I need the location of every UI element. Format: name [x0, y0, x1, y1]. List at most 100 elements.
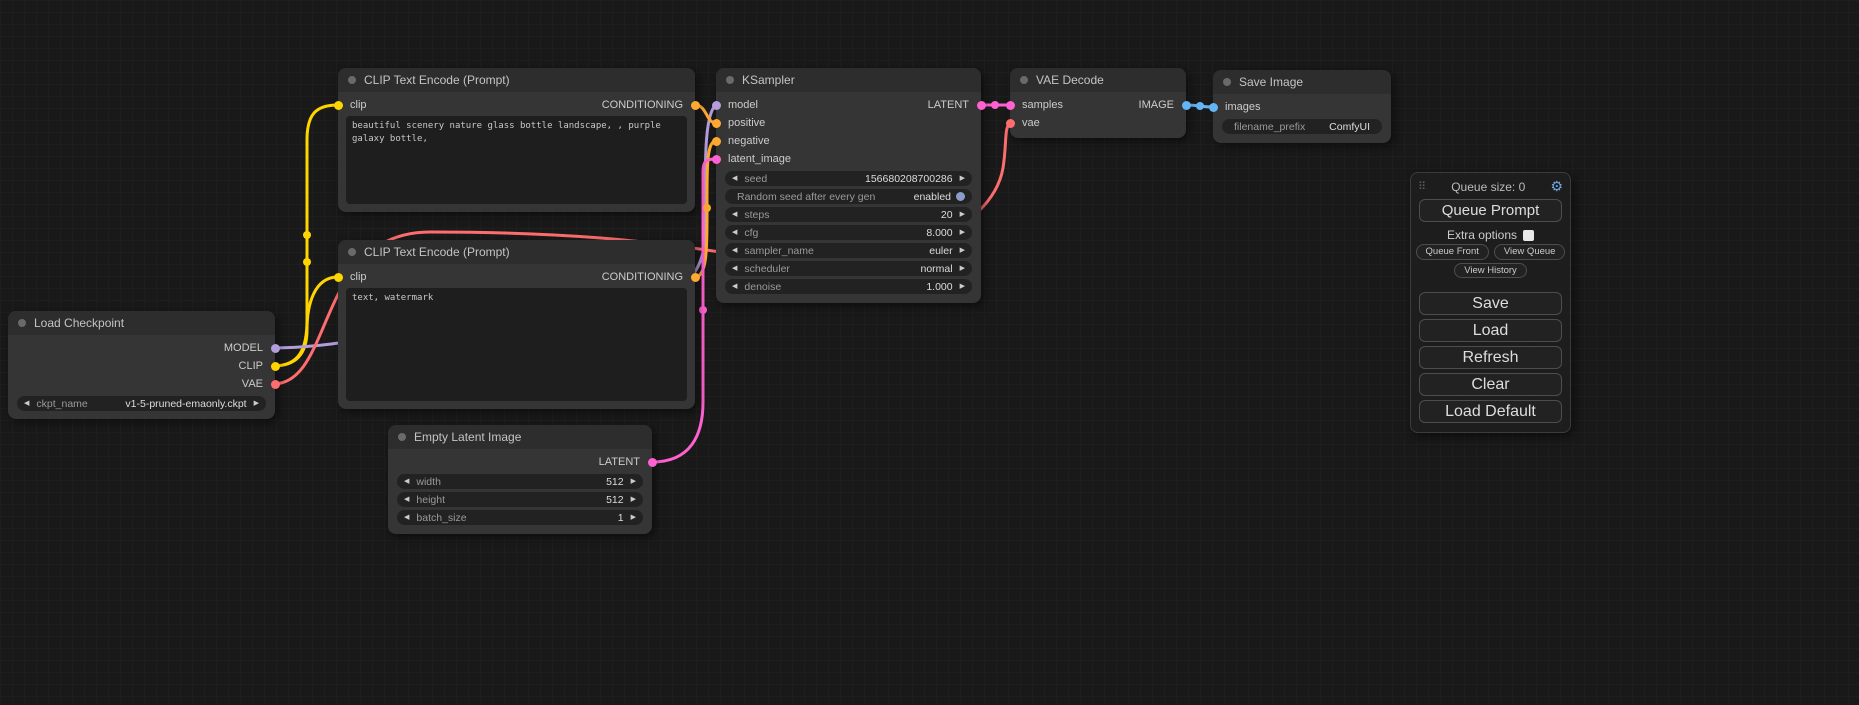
increment-arrow-icon[interactable]: ▶ [631, 478, 636, 485]
increment-arrow-icon[interactable]: ▶ [631, 496, 636, 503]
slot-row: clip CONDITIONING [338, 268, 695, 286]
sampler-name-widget[interactable]: ◀ sampler_name euler ▶ [725, 243, 972, 258]
random-seed-toggle[interactable]: Random seed after every gen enabled [725, 189, 972, 204]
node-load-checkpoint[interactable]: Load Checkpoint MODEL CLIP VAE ◀ ckpt_na… [8, 311, 275, 419]
view-queue-button[interactable]: View Queue [1494, 244, 1566, 260]
decrement-arrow-icon[interactable]: ◀ [732, 283, 737, 290]
queue-prompt-button[interactable]: Queue Prompt [1419, 199, 1562, 222]
decrement-arrow-icon[interactable]: ◀ [732, 175, 737, 182]
conditioning-output-slot[interactable] [691, 273, 700, 282]
queue-front-button[interactable]: Queue Front [1416, 244, 1489, 260]
slot-label: CLIP [239, 360, 263, 372]
positive-input-slot[interactable] [712, 119, 721, 128]
node-title-bar[interactable]: CLIP Text Encode (Prompt) [338, 68, 695, 92]
node-title-bar[interactable]: KSampler [716, 68, 981, 92]
latent-image-input-slot[interactable] [712, 155, 721, 164]
queue-size-label: Queue size: 0 [1426, 180, 1550, 194]
vae-output-slot[interactable] [271, 380, 280, 389]
collapse-dot[interactable] [398, 433, 406, 441]
node-vae-decode[interactable]: VAE Decode samples IMAGE vae [1010, 68, 1186, 138]
increment-arrow-icon[interactable]: ▶ [960, 247, 965, 254]
node-title-bar[interactable]: Save Image [1213, 70, 1391, 94]
node-clip-text-encode-negative[interactable]: CLIP Text Encode (Prompt) clip CONDITION… [338, 240, 695, 409]
slot-label: LATENT [928, 99, 969, 111]
settings-gear-icon[interactable]: ⚙ [1550, 178, 1563, 195]
decrement-arrow-icon[interactable]: ◀ [732, 211, 737, 218]
model-input-slot[interactable] [712, 101, 721, 110]
slot-row-positive: positive [716, 114, 981, 132]
seed-widget[interactable]: ◀ seed 156680208700286 ▶ [725, 171, 972, 186]
batch-size-widget[interactable]: ◀ batch_size 1 ▶ [397, 510, 643, 525]
clip-input-slot[interactable] [334, 101, 343, 110]
node-title: KSampler [742, 73, 795, 87]
toggle-dot[interactable] [956, 192, 965, 201]
drag-handle-icon[interactable]: ⠿ [1418, 180, 1426, 193]
width-widget[interactable]: ◀ width 512 ▶ [397, 474, 643, 489]
node-clip-text-encode-positive[interactable]: CLIP Text Encode (Prompt) clip CONDITION… [338, 68, 695, 212]
node-title-bar[interactable]: Empty Latent Image [388, 425, 652, 449]
image-output-slot[interactable] [1182, 101, 1191, 110]
collapse-dot[interactable] [348, 76, 356, 84]
height-widget[interactable]: ◀ height 512 ▶ [397, 492, 643, 507]
extra-options-checkbox[interactable] [1523, 230, 1534, 241]
positive-prompt-textarea[interactable]: beautiful scenery nature glass bottle la… [346, 116, 687, 204]
filename-prefix-widget[interactable]: filename_prefix ComfyUI [1222, 119, 1382, 134]
images-input-slot[interactable] [1209, 103, 1218, 112]
decrement-arrow-icon[interactable]: ◀ [404, 514, 409, 521]
node-title-bar[interactable]: CLIP Text Encode (Prompt) [338, 240, 695, 264]
decrement-arrow-icon[interactable]: ◀ [732, 229, 737, 236]
decrement-arrow-icon[interactable]: ◀ [404, 496, 409, 503]
increment-arrow-icon[interactable]: ▶ [960, 229, 965, 236]
increment-arrow-icon[interactable]: ▶ [960, 175, 965, 182]
vae-input-slot[interactable] [1006, 119, 1015, 128]
denoise-widget[interactable]: ◀ denoise 1.000 ▶ [725, 279, 972, 294]
node-ksampler[interactable]: KSampler model LATENT positive negative … [716, 68, 981, 303]
collapse-dot[interactable] [18, 319, 26, 327]
slot-label: CONDITIONING [602, 271, 683, 283]
node-save-image[interactable]: Save Image images filename_prefix ComfyU… [1213, 70, 1391, 143]
increment-arrow-icon[interactable]: ▶ [254, 400, 259, 407]
increment-arrow-icon[interactable]: ▶ [960, 211, 965, 218]
slot-row-vae: vae [1010, 114, 1186, 132]
conditioning-output-slot[interactable] [691, 101, 700, 110]
negative-input-slot[interactable] [712, 137, 721, 146]
latent-output-slot[interactable] [648, 458, 657, 467]
node-empty-latent-image[interactable]: Empty Latent Image LATENT ◀ width 512 ▶ … [388, 425, 652, 534]
slot-label: LATENT [599, 456, 640, 468]
collapse-dot[interactable] [1020, 76, 1028, 84]
node-title: VAE Decode [1036, 73, 1104, 87]
widget-label: sampler_name [744, 245, 929, 257]
decrement-arrow-icon[interactable]: ◀ [732, 265, 737, 272]
latent-output-slot[interactable] [977, 101, 986, 110]
widget-label: batch_size [416, 512, 617, 524]
samples-input-slot[interactable] [1006, 101, 1015, 110]
collapse-dot[interactable] [1223, 78, 1231, 86]
load-default-button[interactable]: Load Default [1419, 400, 1562, 423]
clip-output-slot[interactable] [271, 362, 280, 371]
extra-options-row: Extra options [1411, 228, 1570, 242]
steps-widget[interactable]: ◀ steps 20 ▶ [725, 207, 972, 222]
decrement-arrow-icon[interactable]: ◀ [732, 247, 737, 254]
clear-button[interactable]: Clear [1419, 373, 1562, 396]
view-history-button[interactable]: View History [1454, 263, 1527, 279]
increment-arrow-icon[interactable]: ▶ [631, 514, 636, 521]
save-button[interactable]: Save [1419, 292, 1562, 315]
node-title-bar[interactable]: VAE Decode [1010, 68, 1186, 92]
node-title-bar[interactable]: Load Checkpoint [8, 311, 275, 335]
widget-value: v1-5-pruned-emaonly.ckpt [125, 398, 246, 410]
ckpt-name-widget[interactable]: ◀ ckpt_name v1-5-pruned-emaonly.ckpt ▶ [17, 396, 266, 411]
cfg-widget[interactable]: ◀ cfg 8.000 ▶ [725, 225, 972, 240]
refresh-button[interactable]: Refresh [1419, 346, 1562, 369]
model-output-slot[interactable] [271, 344, 280, 353]
slot-label: images [1225, 101, 1260, 113]
collapse-dot[interactable] [726, 76, 734, 84]
load-button[interactable]: Load [1419, 319, 1562, 342]
clip-input-slot[interactable] [334, 273, 343, 282]
collapse-dot[interactable] [348, 248, 356, 256]
negative-prompt-textarea[interactable]: text, watermark [346, 288, 687, 401]
increment-arrow-icon[interactable]: ▶ [960, 265, 965, 272]
decrement-arrow-icon[interactable]: ◀ [24, 400, 29, 407]
increment-arrow-icon[interactable]: ▶ [960, 283, 965, 290]
decrement-arrow-icon[interactable]: ◀ [404, 478, 409, 485]
scheduler-widget[interactable]: ◀ scheduler normal ▶ [725, 261, 972, 276]
